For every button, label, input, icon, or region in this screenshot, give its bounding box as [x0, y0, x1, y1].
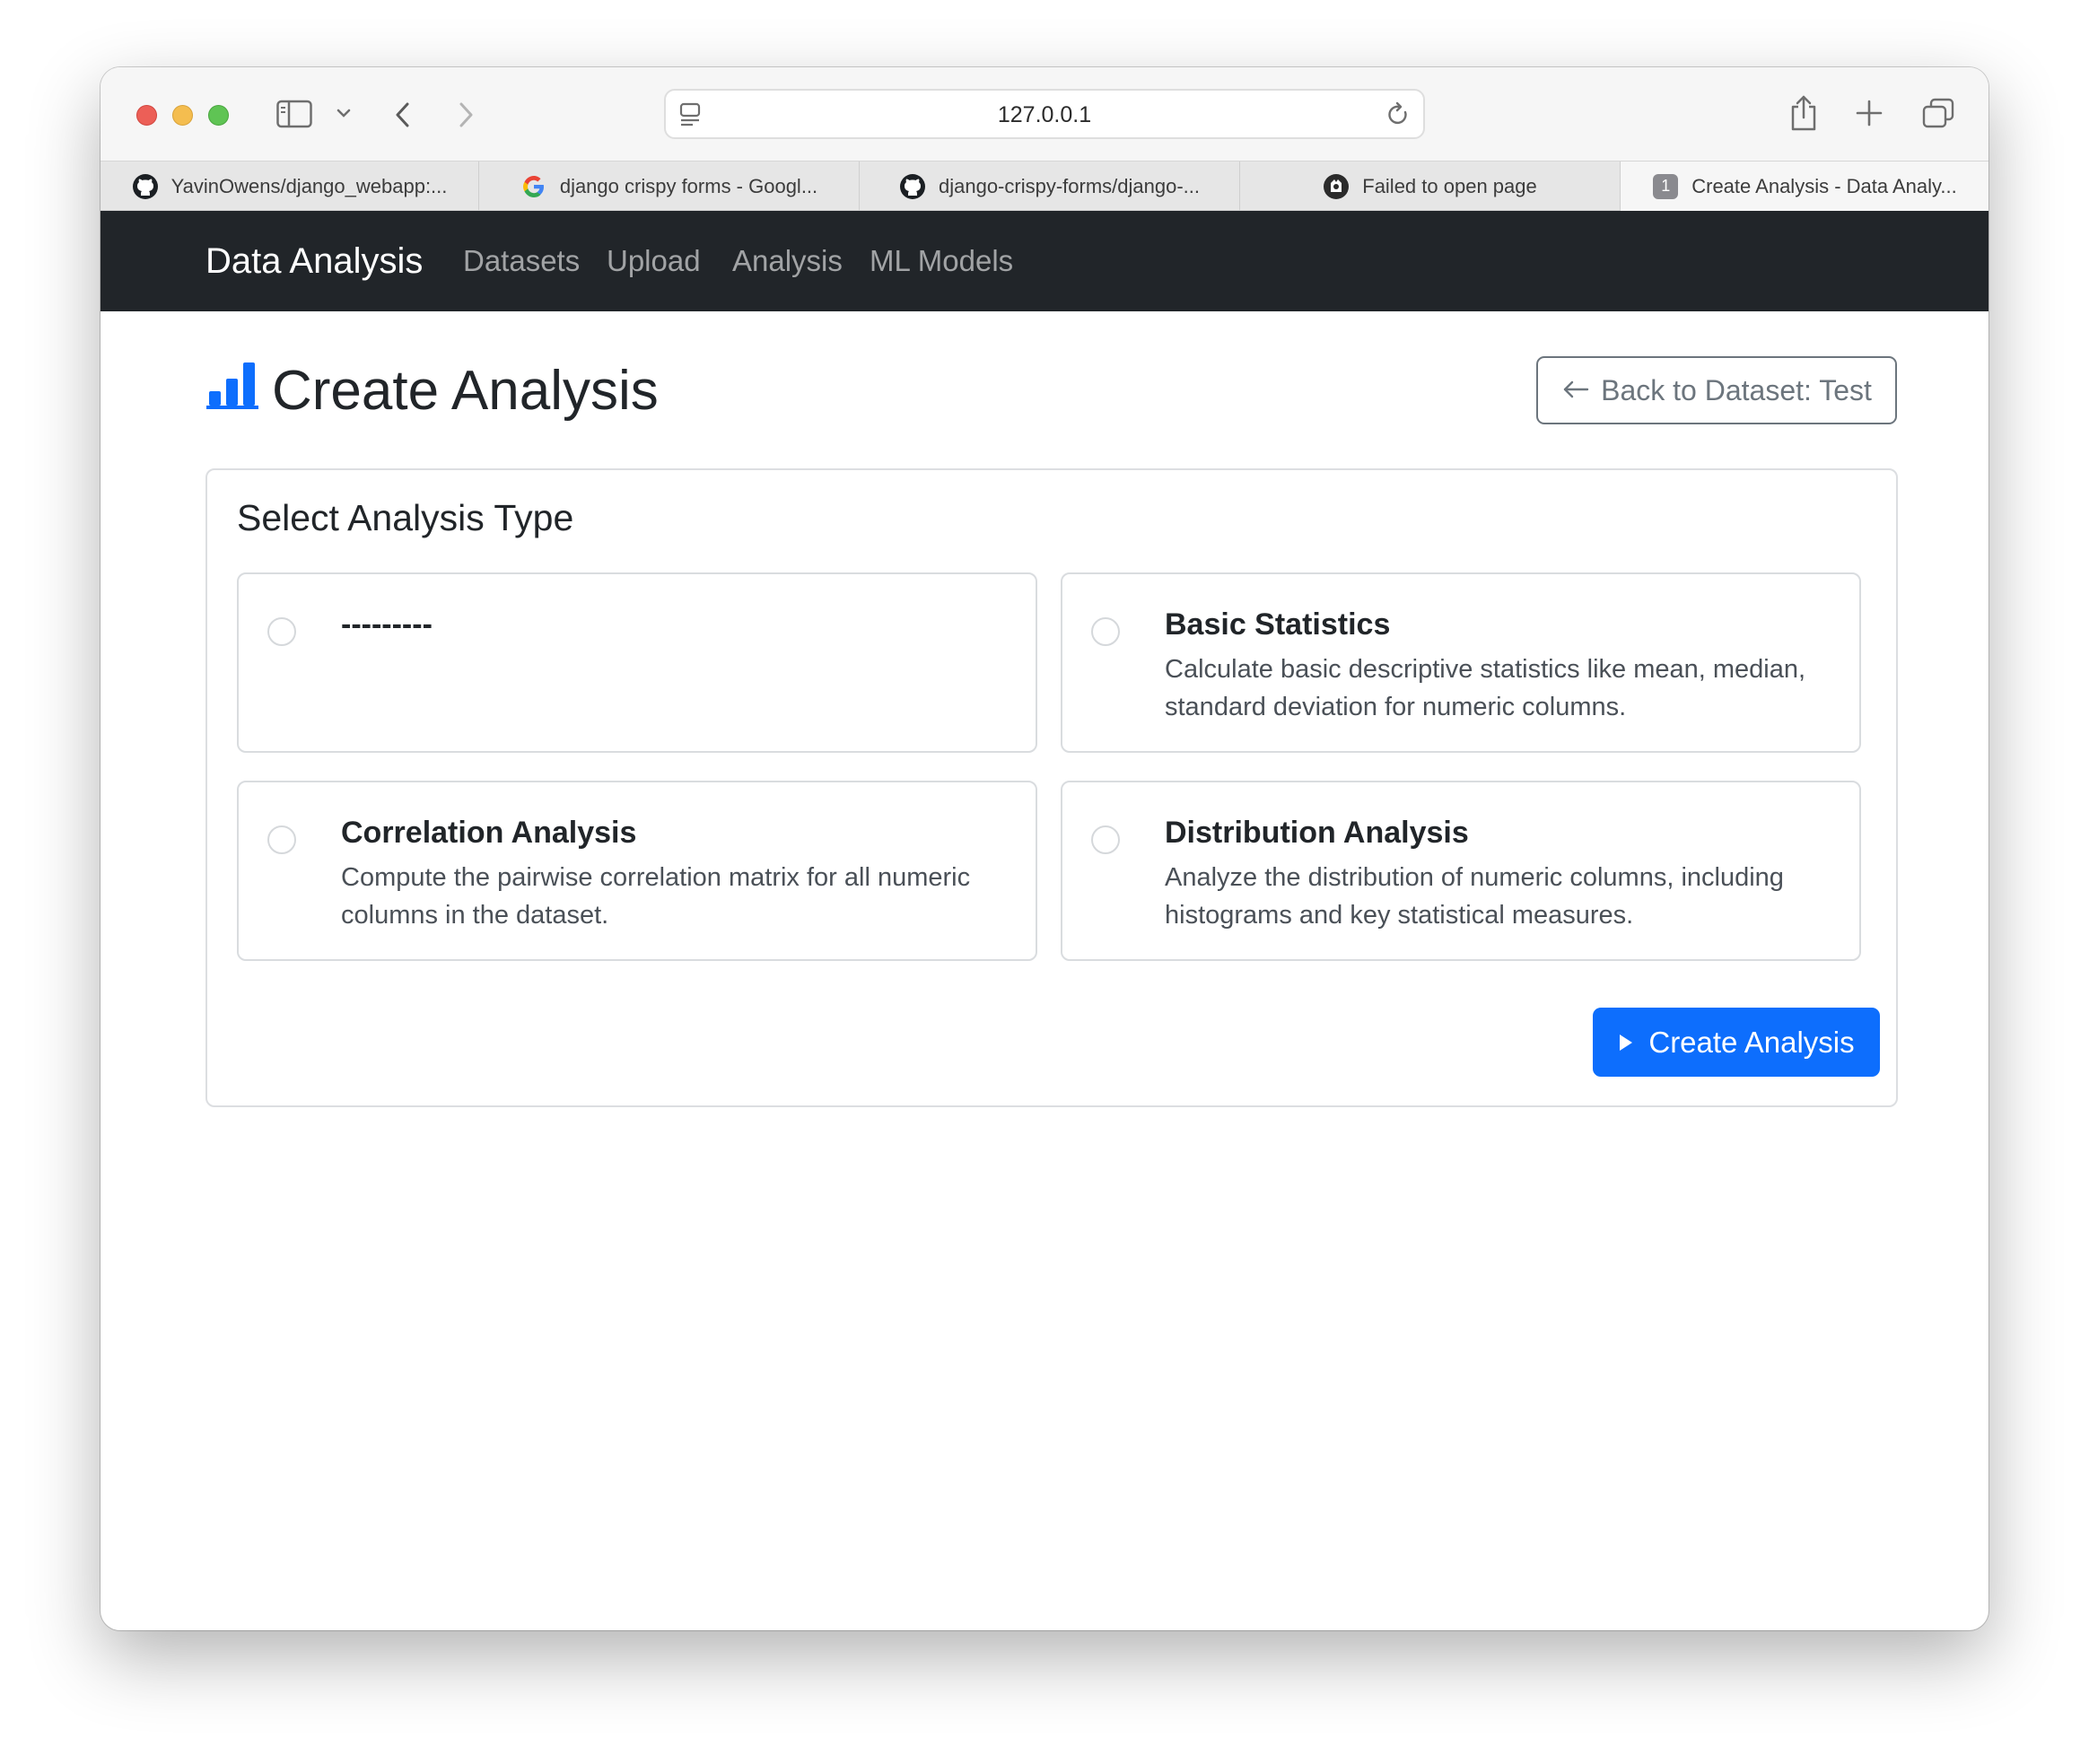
tab-title: YavinOwens/django_webapp:... [170, 174, 448, 197]
url-text: 127.0.0.1 [997, 102, 1092, 127]
page-title: Create Analysis [272, 359, 659, 422]
analysis-form-card: Select Analysis Type --------- Basic Sta… [205, 468, 1898, 1107]
chevron-down-icon[interactable] [336, 107, 352, 119]
option-label: Distribution Analysis [1165, 816, 1469, 850]
google-icon [520, 173, 547, 200]
tab-title: Failed to open page [1362, 174, 1537, 197]
tab-github-crispy[interactable]: django-crispy-forms/django-... [860, 162, 1240, 211]
form-heading: Select Analysis Type [237, 497, 574, 538]
analysis-option-distribution[interactable]: Distribution Analysis Analyze the distri… [1061, 781, 1861, 961]
tab-title: django-crispy-forms/django-... [938, 174, 1200, 197]
browser-window: 127.0.0.1 YavinOwens/django_webapp:... d… [101, 67, 1988, 1630]
tab-failed-page[interactable]: Failed to open page [1240, 162, 1621, 211]
zoom-window-button[interactable] [208, 105, 229, 126]
page-header: Create Analysis [205, 354, 659, 426]
tab-title: Create Analysis - Data Analy... [1691, 174, 1957, 197]
back-arrow-icon[interactable] [393, 101, 413, 128]
sidebar-toggle-icon[interactable] [276, 100, 312, 128]
option-description: Analyze the distribution of numeric colu… [1165, 863, 1784, 930]
tab-overview-icon[interactable] [1922, 98, 1954, 128]
share-icon[interactable] [1789, 94, 1818, 132]
github-icon [132, 173, 159, 200]
tab-number-badge: 1 [1652, 173, 1679, 200]
nav-link-ml-models[interactable]: ML Models [870, 211, 1013, 311]
option-label: Correlation Analysis [341, 816, 637, 850]
submit-label: Create Analysis [1648, 1025, 1855, 1059]
tab-github-webapp[interactable]: YavinOwens/django_webapp:... [101, 162, 479, 211]
new-tab-icon[interactable] [1856, 100, 1883, 127]
error-icon [1323, 173, 1350, 200]
tab-title: django crispy forms - Googl... [559, 174, 818, 197]
bar-chart-icon [205, 359, 259, 423]
nav-link-upload[interactable]: Upload [607, 211, 701, 311]
tab-bar: YavinOwens/django_webapp:... django cris… [101, 161, 1988, 211]
nav-link-analysis[interactable]: Analysis [732, 211, 843, 311]
nav-link-datasets[interactable]: Datasets [463, 211, 580, 311]
browser-toolbar: 127.0.0.1 [101, 67, 1988, 161]
close-window-button[interactable] [136, 105, 157, 126]
tab-create-analysis[interactable]: 1 Create Analysis - Data Analy... [1621, 162, 1988, 211]
option-description: Calculate basic descriptive statistics l… [1165, 655, 1806, 721]
analysis-option-basic-statistics[interactable]: Basic Statistics Calculate basic descrip… [1061, 572, 1861, 753]
play-icon [1618, 1026, 1634, 1060]
analysis-option-correlation[interactable]: Correlation Analysis Compute the pairwis… [237, 781, 1037, 961]
back-button-label: Back to Dataset: Test [1601, 373, 1872, 406]
radio-button[interactable] [1091, 825, 1120, 854]
option-label: --------- [341, 607, 433, 642]
site-navbar: Data Analysis Datasets Upload Analysis M… [101, 211, 1988, 311]
back-to-dataset-button[interactable]: Back to Dataset: Test [1536, 356, 1897, 424]
radio-button[interactable] [1091, 617, 1120, 646]
reload-icon[interactable] [1385, 101, 1411, 133]
forward-arrow-icon[interactable] [456, 101, 476, 128]
radio-button[interactable] [267, 617, 296, 646]
arrow-left-icon [1561, 374, 1590, 407]
address-bar[interactable]: 127.0.0.1 [664, 89, 1425, 139]
navbar-brand[interactable]: Data Analysis [205, 211, 423, 311]
github-icon [899, 173, 926, 200]
option-description: Compute the pairwise correlation matrix … [341, 863, 971, 930]
minimize-window-button[interactable] [172, 105, 193, 126]
analysis-option-blank[interactable]: --------- [237, 572, 1037, 753]
tab-google-search[interactable]: django crispy forms - Googl... [479, 162, 860, 211]
option-label: Basic Statistics [1165, 607, 1391, 642]
create-analysis-button[interactable]: Create Analysis [1593, 1008, 1880, 1077]
radio-button[interactable] [267, 825, 296, 854]
